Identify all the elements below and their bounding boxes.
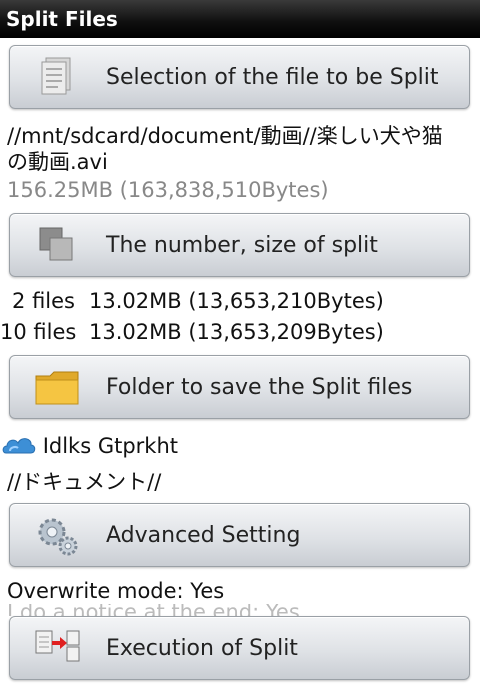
destination-account: Idlks Gtprkht xyxy=(2,433,178,458)
split-info-row: 2 files 13.02MB (13,653,210Bytes) xyxy=(0,289,384,313)
select-file-button[interactable]: Selection of the file to be Split xyxy=(9,45,470,109)
overwrite-mode: Overwrite mode: Yes xyxy=(7,579,225,603)
split-count-button[interactable]: The number, size of split xyxy=(9,213,470,277)
split-file-count: 2 files xyxy=(12,289,75,313)
notice-setting: I do a notice at the end: Yes xyxy=(7,604,300,616)
file-size: 156.25MB (163,838,510Bytes) xyxy=(7,178,329,202)
split-arrow-icon xyxy=(35,630,80,662)
select-file-label: Selection of the file to be Split xyxy=(106,65,439,90)
notice-setting-clipped: I do a notice at the end: Yes xyxy=(0,604,480,616)
document-icon xyxy=(41,57,71,95)
split-file-count: 10 files xyxy=(0,320,77,344)
split-info-row: 10 files 13.02MB (13,653,209Bytes) xyxy=(0,320,384,344)
save-folder-button[interactable]: Folder to save the Split files xyxy=(9,355,470,419)
split-count-label: The number, size of split xyxy=(106,233,378,258)
gears-icon xyxy=(38,518,78,556)
app-title-bar: Split Files xyxy=(0,0,480,38)
split-file-size: 13.02MB (13,653,209Bytes) xyxy=(89,320,384,344)
advanced-setting-button[interactable]: Advanced Setting xyxy=(9,503,470,567)
advanced-setting-label: Advanced Setting xyxy=(106,523,301,548)
execute-split-button[interactable]: Execution of Split xyxy=(9,616,470,680)
execute-split-label: Execution of Split xyxy=(106,636,298,661)
split-file-size: 13.02MB (13,653,210Bytes) xyxy=(89,289,384,313)
save-folder-label: Folder to save the Split files xyxy=(106,375,413,400)
file-path-continued: の動画.avi xyxy=(7,150,108,174)
cloud-drive-icon xyxy=(2,438,36,454)
stacked-squares-icon xyxy=(39,227,73,261)
destination-account-name: Idlks Gtprkht xyxy=(42,434,178,458)
folder-icon xyxy=(35,371,79,405)
app-title: Split Files xyxy=(6,7,118,31)
destination-folder: //ドキュメント// xyxy=(7,470,162,494)
